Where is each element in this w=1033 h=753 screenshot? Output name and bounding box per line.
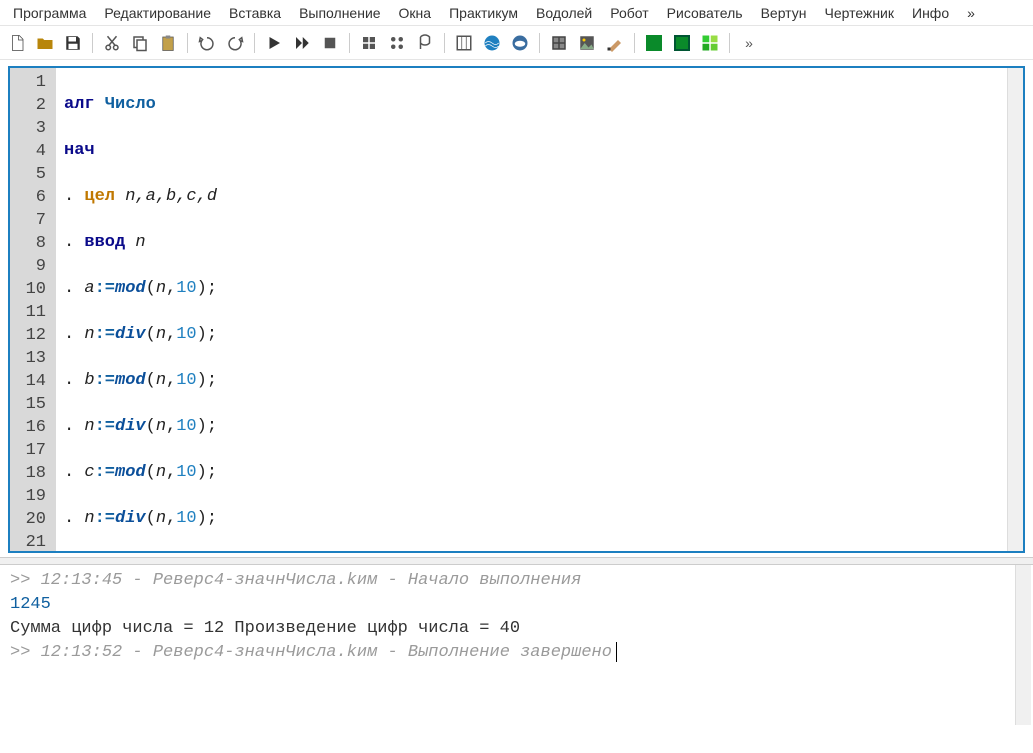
reset-icon[interactable] xyxy=(358,32,380,54)
menu-overflow[interactable]: » xyxy=(958,2,984,24)
console-log-start: >> 12:13:45 - Реверс4-значнЧисла.kим - Н… xyxy=(10,569,1025,593)
menu-item-program[interactable]: Программа xyxy=(4,2,95,24)
console-log-end: >> 12:13:52 - Реверс4-значнЧисла.kим - В… xyxy=(10,641,1025,665)
cloud-icon[interactable] xyxy=(509,32,531,54)
console-input-echo: 1245 xyxy=(10,593,1025,617)
undo-icon[interactable] xyxy=(196,32,218,54)
save-icon[interactable] xyxy=(62,32,84,54)
menu-item-drawer[interactable]: Рисователь xyxy=(658,2,752,24)
menu-item-robot[interactable]: Робот xyxy=(601,2,657,24)
vars-icon[interactable] xyxy=(414,32,436,54)
redo-icon[interactable] xyxy=(224,32,246,54)
green2-icon[interactable] xyxy=(671,32,693,54)
tiles-icon[interactable] xyxy=(548,32,570,54)
paste-icon[interactable] xyxy=(157,32,179,54)
green3-icon[interactable] xyxy=(699,32,721,54)
console-scrollbar[interactable] xyxy=(1015,565,1031,725)
menu-item-info[interactable]: Инфо xyxy=(903,2,958,24)
separator xyxy=(254,33,255,53)
toolbar: » xyxy=(0,26,1033,60)
separator xyxy=(187,33,188,53)
menu-item-practicum[interactable]: Практикум xyxy=(440,2,527,24)
code-editor[interactable]: 1234567 891011121314 15161718192021 алг … xyxy=(8,66,1025,553)
menu-item-draftsman[interactable]: Чертежник xyxy=(815,2,903,24)
editor-scrollbar[interactable] xyxy=(1007,68,1023,551)
console-output: Сумма цифр числа = 12 Произведение цифр … xyxy=(10,617,1025,641)
menu-item-edit[interactable]: Редактирование xyxy=(95,2,220,24)
separator xyxy=(634,33,635,53)
run-fast-icon[interactable] xyxy=(291,32,313,54)
line-number-gutter: 1234567 891011121314 15161718192021 xyxy=(10,68,56,551)
new-file-icon[interactable] xyxy=(6,32,28,54)
paint-icon[interactable] xyxy=(604,32,626,54)
menu-bar: Программа Редактирование Вставка Выполне… xyxy=(0,0,1033,26)
menu-item-windows[interactable]: Окна xyxy=(390,2,441,24)
menu-item-vertun[interactable]: Вертун xyxy=(752,2,816,24)
menu-item-insert[interactable]: Вставка xyxy=(220,2,290,24)
image-icon[interactable] xyxy=(576,32,598,54)
copy-icon[interactable] xyxy=(129,32,151,54)
green1-icon[interactable] xyxy=(643,32,665,54)
step-icon[interactable] xyxy=(386,32,408,54)
open-file-icon[interactable] xyxy=(34,32,56,54)
separator xyxy=(92,33,93,53)
menu-item-run[interactable]: Выполнение xyxy=(290,2,389,24)
text-cursor xyxy=(616,642,617,662)
code-area[interactable]: алг Число нач . цел n,a,b,c,d . ввод n .… xyxy=(56,68,1007,551)
cut-icon[interactable] xyxy=(101,32,123,54)
more-icon[interactable]: » xyxy=(738,32,760,54)
splitter[interactable] xyxy=(0,557,1033,565)
menu-item-vodoley[interactable]: Водолей xyxy=(527,2,601,24)
run-icon[interactable] xyxy=(263,32,285,54)
stop-icon[interactable] xyxy=(319,32,341,54)
separator xyxy=(539,33,540,53)
separator xyxy=(349,33,350,53)
output-console[interactable]: >> 12:13:45 - Реверс4-значнЧисла.kим - Н… xyxy=(4,565,1031,725)
waves-icon[interactable] xyxy=(481,32,503,54)
separator xyxy=(729,33,730,53)
separator xyxy=(444,33,445,53)
grid-icon[interactable] xyxy=(453,32,475,54)
